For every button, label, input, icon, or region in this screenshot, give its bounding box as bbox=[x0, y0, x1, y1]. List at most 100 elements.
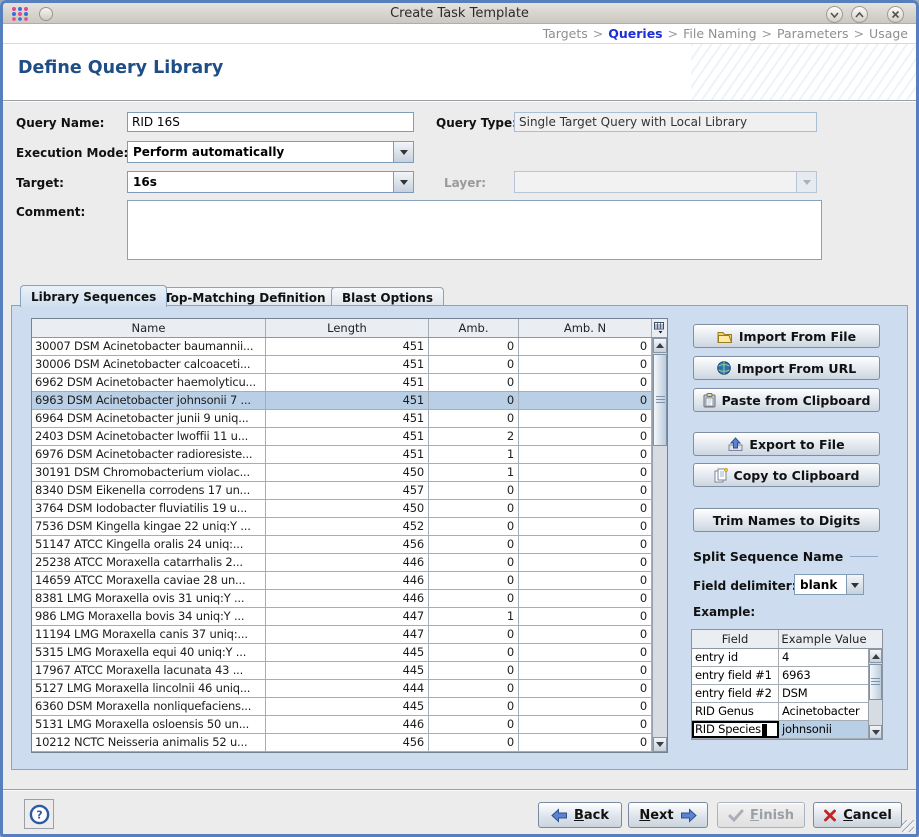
target-select[interactable]: 16s bbox=[127, 171, 414, 193]
breadcrumb-file-naming[interactable]: File Naming bbox=[683, 26, 756, 41]
table-row[interactable]: 5315 LMG Moraxella equi 40 uniq:Y ...445… bbox=[32, 644, 667, 662]
back-button[interactable]: Back bbox=[538, 802, 622, 828]
tab-top-matching-definition[interactable]: Top-Matching Definition bbox=[153, 287, 337, 306]
copy-icon bbox=[714, 468, 728, 483]
finish-button: Finish bbox=[717, 802, 805, 828]
column-header-amb[interactable]: Amb. bbox=[429, 319, 519, 337]
query-type-field: Single Target Query with Local Library bbox=[514, 112, 817, 132]
copy-to-clipboard-button[interactable]: Copy to Clipboard bbox=[693, 463, 880, 487]
query-name-label: Query Name: bbox=[16, 116, 104, 130]
table-row[interactable]: 30006 DSM Acinetobacter calcoaceti...451… bbox=[32, 356, 667, 374]
check-icon bbox=[728, 809, 744, 822]
table-row[interactable]: 5131 LMG Moraxella osloensis 50 un...446… bbox=[32, 716, 667, 734]
help-button[interactable]: ? bbox=[24, 799, 54, 829]
target-label: Target: bbox=[16, 176, 64, 190]
import-from-file-button[interactable]: Import From File bbox=[693, 324, 880, 348]
paste-from-clipboard-button[interactable]: Paste from Clipboard bbox=[693, 388, 880, 412]
example-row-selected[interactable]: RID Species johnsonii bbox=[692, 721, 882, 739]
table-row[interactable]: 17967 ATCC Moraxella lacunata 43 ...4450… bbox=[32, 662, 667, 680]
query-name-input[interactable] bbox=[127, 112, 414, 132]
shade-button[interactable] bbox=[826, 6, 843, 23]
table-row[interactable]: 11194 LMG Moraxella canis 37 uniq:...447… bbox=[32, 626, 667, 644]
table-grid-icon bbox=[654, 322, 666, 334]
column-header-example-value[interactable]: Example Value bbox=[779, 630, 869, 648]
divider bbox=[3, 790, 916, 791]
table-row[interactable]: 25238 ATCC Moraxella catarrhalis 2...446… bbox=[32, 554, 667, 572]
scroll-down-button[interactable] bbox=[869, 725, 882, 739]
export-to-file-button[interactable]: Export to File bbox=[693, 432, 880, 456]
layer-label: Layer: bbox=[444, 176, 486, 190]
breadcrumb-queries[interactable]: Queries bbox=[608, 26, 662, 41]
window-title: Create Task Template bbox=[3, 6, 916, 21]
table-row[interactable]: 986 LMG Moraxella bovis 34 uniq:Y ...447… bbox=[32, 608, 667, 626]
maximize-button[interactable] bbox=[851, 6, 868, 23]
table-row[interactable]: 10212 NCTC Neisseria animalis 52 u...456… bbox=[32, 734, 667, 752]
example-table[interactable]: Field Example Value entry id4 entry fiel… bbox=[691, 629, 883, 740]
chevron-down-icon bbox=[796, 172, 816, 192]
column-control-button[interactable] bbox=[652, 319, 667, 337]
table-row[interactable]: 14659 ATCC Moraxella caviae 28 un...4460… bbox=[32, 572, 667, 590]
table-row-selected[interactable]: 6963 DSM Acinetobacter johnsonii 7 ...45… bbox=[32, 392, 667, 410]
scrollbar-thumb[interactable] bbox=[653, 354, 667, 446]
library-sequences-table[interactable]: Name Length Amb. Amb. N 30007 DSM Acinet… bbox=[31, 318, 668, 753]
chevron-down-icon[interactable] bbox=[393, 172, 413, 192]
field-name-editor[interactable]: RID Species bbox=[692, 721, 779, 738]
next-button[interactable]: Next bbox=[628, 802, 708, 828]
table-header: Name Length Amb. Amb. N bbox=[32, 319, 667, 338]
column-header-name[interactable]: Name bbox=[32, 319, 266, 337]
scrollbar-thumb[interactable] bbox=[869, 664, 882, 700]
cancel-button[interactable]: Cancel bbox=[813, 802, 902, 828]
breadcrumb-parameters[interactable]: Parameters bbox=[777, 26, 849, 41]
import-from-url-button[interactable]: Import From URL bbox=[693, 356, 880, 380]
tab-blast-options[interactable]: Blast Options bbox=[331, 287, 444, 306]
table-row[interactable]: 6964 DSM Acinetobacter junii 9 uniq...45… bbox=[32, 410, 667, 428]
table-row[interactable]: 6976 DSM Acinetobacter radioresiste...45… bbox=[32, 446, 667, 464]
chevron-down-icon[interactable] bbox=[393, 142, 413, 162]
vertical-scrollbar[interactable] bbox=[652, 338, 667, 752]
scroll-up-button[interactable] bbox=[869, 649, 882, 663]
breadcrumb-usage[interactable]: Usage bbox=[869, 26, 908, 41]
table-row[interactable]: 6360 DSM Moraxella nonliquefaciens...445… bbox=[32, 698, 667, 716]
comment-label: Comment: bbox=[16, 205, 85, 219]
table-row[interactable]: 6962 DSM Acinetobacter haemolyticu...451… bbox=[32, 374, 667, 392]
example-row[interactable]: entry field #16963 bbox=[692, 667, 882, 685]
scroll-down-button[interactable] bbox=[653, 737, 667, 752]
example-row[interactable]: entry field #2DSM bbox=[692, 685, 882, 703]
execution-mode-select[interactable]: Perform automatically bbox=[127, 141, 414, 163]
split-sequence-name-title: Split Sequence Name bbox=[693, 549, 878, 564]
cancel-x-icon bbox=[823, 809, 837, 822]
triangle-up-icon bbox=[656, 339, 664, 348]
column-header-amb-n[interactable]: Amb. N bbox=[519, 319, 652, 337]
table-body: 30007 DSM Acinetobacter baumannii...4510… bbox=[32, 338, 667, 752]
column-header-field[interactable]: Field bbox=[692, 630, 779, 648]
table-row[interactable]: 5127 LMG Moraxella lincolnii 46 uniq...4… bbox=[32, 680, 667, 698]
table-row[interactable]: 3764 DSM Iodobacter fluviatilis 19 u...4… bbox=[32, 500, 667, 518]
page-title: Define Query Library bbox=[18, 58, 223, 78]
field-delimiter-select[interactable]: blank bbox=[794, 574, 864, 595]
resize-grip[interactable] bbox=[902, 820, 914, 832]
example-row[interactable]: RID GenusAcinetobacter bbox=[692, 703, 882, 721]
tab-library-sequences[interactable]: Library Sequences bbox=[20, 285, 167, 307]
table-row[interactable]: 7536 DSM Kingella kingae 22 uniq:Y ...45… bbox=[32, 518, 667, 536]
chevron-down-icon bbox=[829, 11, 840, 19]
query-type-label: Query Type: bbox=[436, 116, 517, 130]
title-bar[interactable]: Create Task Template bbox=[3, 3, 916, 24]
comment-textarea[interactable] bbox=[127, 200, 822, 260]
chevron-up-icon bbox=[854, 11, 865, 19]
table-row[interactable]: 30007 DSM Acinetobacter baumannii...4510… bbox=[32, 338, 667, 356]
table-row[interactable]: 30191 DSM Chromobacterium violac...45010 bbox=[32, 464, 667, 482]
breadcrumb-targets[interactable]: Targets bbox=[543, 26, 588, 41]
table-row[interactable]: 8340 DSM Eikenella corrodens 17 un...457… bbox=[32, 482, 667, 500]
close-button[interactable] bbox=[887, 6, 904, 23]
example-label: Example: bbox=[693, 605, 755, 619]
back-arrow-icon bbox=[551, 808, 568, 823]
chevron-down-icon[interactable] bbox=[846, 575, 863, 594]
example-vertical-scrollbar[interactable] bbox=[868, 649, 882, 739]
table-row[interactable]: 2403 DSM Acinetobacter lwoffii 11 u...45… bbox=[32, 428, 667, 446]
table-row[interactable]: 51147 ATCC Kingella oralis 24 uniq:...45… bbox=[32, 536, 667, 554]
scroll-up-button[interactable] bbox=[653, 338, 667, 353]
trim-names-to-digits-button[interactable]: Trim Names to Digits bbox=[693, 508, 880, 532]
example-row[interactable]: entry id4 bbox=[692, 649, 882, 667]
column-header-length[interactable]: Length bbox=[266, 319, 429, 337]
table-row[interactable]: 8381 LMG Moraxella ovis 31 uniq:Y ...446… bbox=[32, 590, 667, 608]
